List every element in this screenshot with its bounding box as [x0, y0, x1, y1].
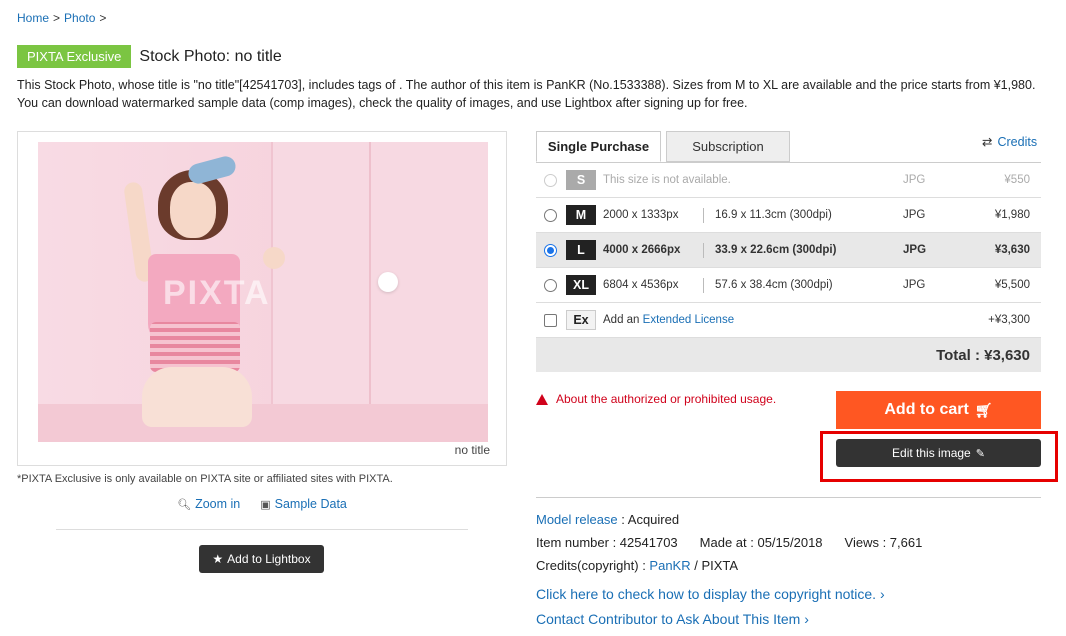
size-pixels: 2000 x 1333px	[603, 209, 679, 221]
divider	[56, 529, 468, 530]
size-price: ¥3,630	[994, 244, 1030, 256]
zoom-icon: 🔍︎	[177, 499, 192, 511]
title-row: PIXTA Exclusive Stock Photo: no title	[17, 45, 282, 68]
size-row-l[interactable]: L 4000 x 2666px 33.9 x 22.6cm (300dpi) J…	[536, 233, 1041, 268]
add-to-cart-button[interactable]: Add to cart 🛒︎	[836, 391, 1041, 429]
star-icon: ★	[212, 552, 224, 566]
credits-label: Credits(copyright) :	[536, 558, 650, 573]
zoom-in-label: Zoom in	[195, 497, 241, 511]
credits-suffix: / PIXTA	[690, 558, 739, 573]
author-link[interactable]: PanKR	[649, 558, 690, 573]
size-unavailable: This size is not available.	[603, 174, 731, 186]
size-radio-s	[544, 173, 557, 187]
item-info: Item number : 42541703 Made at : 05/15/20…	[536, 535, 922, 550]
image-preview-box: PIXTA no title	[17, 131, 507, 466]
extended-license-checkbox[interactable]	[544, 313, 557, 327]
divider	[703, 243, 704, 258]
size-format: JPG	[903, 209, 926, 221]
size-radio-xl[interactable]	[544, 278, 557, 292]
credits-label: Credits	[997, 135, 1038, 149]
breadcrumb-home[interactable]: Home	[17, 11, 49, 25]
usage-warning[interactable]: About the authorized or prohibited usage…	[536, 392, 776, 406]
tab-subscription[interactable]: Subscription	[666, 131, 790, 162]
size-format: JPG	[903, 174, 926, 186]
image-actions: 🔍︎ Zoom in ▣ Sample Data	[17, 497, 507, 511]
size-radio-l[interactable]	[544, 243, 557, 257]
credits-info: Credits(copyright) : PanKR / PIXTA	[536, 558, 738, 573]
model-release-link[interactable]: Model release	[536, 512, 618, 527]
size-table: S This size is not available. JPG ¥550 M…	[536, 162, 1041, 372]
size-price: ¥1,980	[994, 209, 1030, 221]
total-row: Total : ¥3,630	[536, 338, 1041, 372]
size-row-m[interactable]: M 2000 x 1333px 16.9 x 11.3cm (300dpi) J…	[536, 198, 1041, 233]
edit-image-label: Edit this image	[892, 446, 971, 460]
views-count: Views : 7,661	[844, 535, 923, 550]
size-cm: 33.9 x 22.6cm (300dpi)	[715, 244, 837, 256]
size-row-xl[interactable]: XL 6804 x 4536px 57.6 x 38.4cm (300dpi) …	[536, 268, 1041, 303]
exclusive-note: *PIXTA Exclusive is only available on PI…	[17, 473, 393, 485]
tab-single-purchase[interactable]: Single Purchase	[536, 131, 661, 162]
size-tag-xl: XL	[566, 275, 596, 295]
contact-contributor-link[interactable]: Contact Contributor to Ask About This It…	[536, 611, 809, 627]
size-price: ¥5,500	[994, 279, 1030, 291]
image-icon: ▣	[260, 499, 271, 511]
size-pixels: 6804 x 4536px	[603, 279, 679, 291]
sample-data-label: Sample Data	[274, 497, 347, 511]
size-tag-m: M	[566, 205, 596, 225]
divider	[536, 497, 1041, 498]
stock-photo[interactable]: PIXTA	[38, 142, 488, 442]
copyright-notice-link[interactable]: Click here to check how to display the c…	[536, 586, 885, 602]
extended-license-row[interactable]: Ex Add an Extended License +¥3,300	[536, 303, 1041, 338]
add-to-lightbox-button[interactable]: ★ Add to Lightbox	[199, 545, 324, 573]
size-tag-s: S	[566, 170, 596, 190]
item-number: Item number : 42541703	[536, 535, 678, 550]
warning-icon	[536, 393, 548, 405]
credits-link[interactable]: ⇄ Credits	[982, 134, 1037, 149]
model-release: Model release : Acquired	[536, 512, 679, 527]
extended-prefix: Add an	[603, 314, 640, 326]
size-tag-ex: Ex	[566, 310, 596, 330]
breadcrumb-separator: >	[53, 11, 61, 25]
divider	[703, 208, 704, 223]
breadcrumb-photo[interactable]: Photo	[64, 11, 95, 25]
purchase-tabs: Single Purchase Subscription	[536, 131, 790, 162]
exclusive-badge: PIXTA Exclusive	[17, 45, 132, 68]
size-price: ¥550	[1004, 174, 1030, 186]
size-format: JPG	[903, 244, 927, 256]
divider	[703, 278, 704, 293]
edit-image-button[interactable]: Edit this image ✎	[836, 439, 1041, 467]
extended-price: +¥3,300	[988, 314, 1030, 326]
model-release-value: : Acquired	[617, 512, 680, 527]
usage-warning-label: About the authorized or prohibited usage…	[556, 392, 777, 406]
total-price: Total : ¥3,630	[936, 346, 1030, 364]
extended-license-text: Add an Extended License	[603, 314, 734, 326]
size-format: JPG	[903, 279, 926, 291]
add-to-lightbox-label: Add to Lightbox	[227, 552, 311, 566]
add-to-cart-label: Add to cart	[884, 401, 969, 418]
zoom-in-link[interactable]: 🔍︎ Zoom in	[177, 497, 240, 511]
breadcrumb: Home > Photo >	[17, 11, 110, 25]
size-pixels: 4000 x 2666px	[603, 244, 681, 256]
size-tag-l: L	[566, 240, 596, 260]
breadcrumb-separator: >	[99, 11, 107, 25]
sample-data-link[interactable]: ▣ Sample Data	[260, 497, 347, 511]
cart-icon: 🛒︎	[974, 401, 993, 418]
image-caption: no title	[454, 443, 490, 457]
pencil-icon: ✎	[975, 447, 985, 460]
page-title: Stock Photo: no title	[139, 47, 282, 65]
extended-license-link[interactable]: Extended License	[643, 314, 734, 326]
size-row-s: S This size is not available. JPG ¥550	[536, 163, 1041, 198]
size-cm: 57.6 x 38.4cm (300dpi)	[715, 279, 833, 291]
watermark: PIXTA	[163, 274, 271, 312]
made-at: Made at : 05/15/2018	[699, 535, 823, 550]
item-description: This Stock Photo, whose title is "no tit…	[17, 78, 1036, 110]
size-cm: 16.9 x 11.3cm (300dpi)	[715, 209, 832, 221]
size-radio-m[interactable]	[544, 208, 557, 222]
switch-arrows-icon: ⇄	[982, 135, 993, 149]
